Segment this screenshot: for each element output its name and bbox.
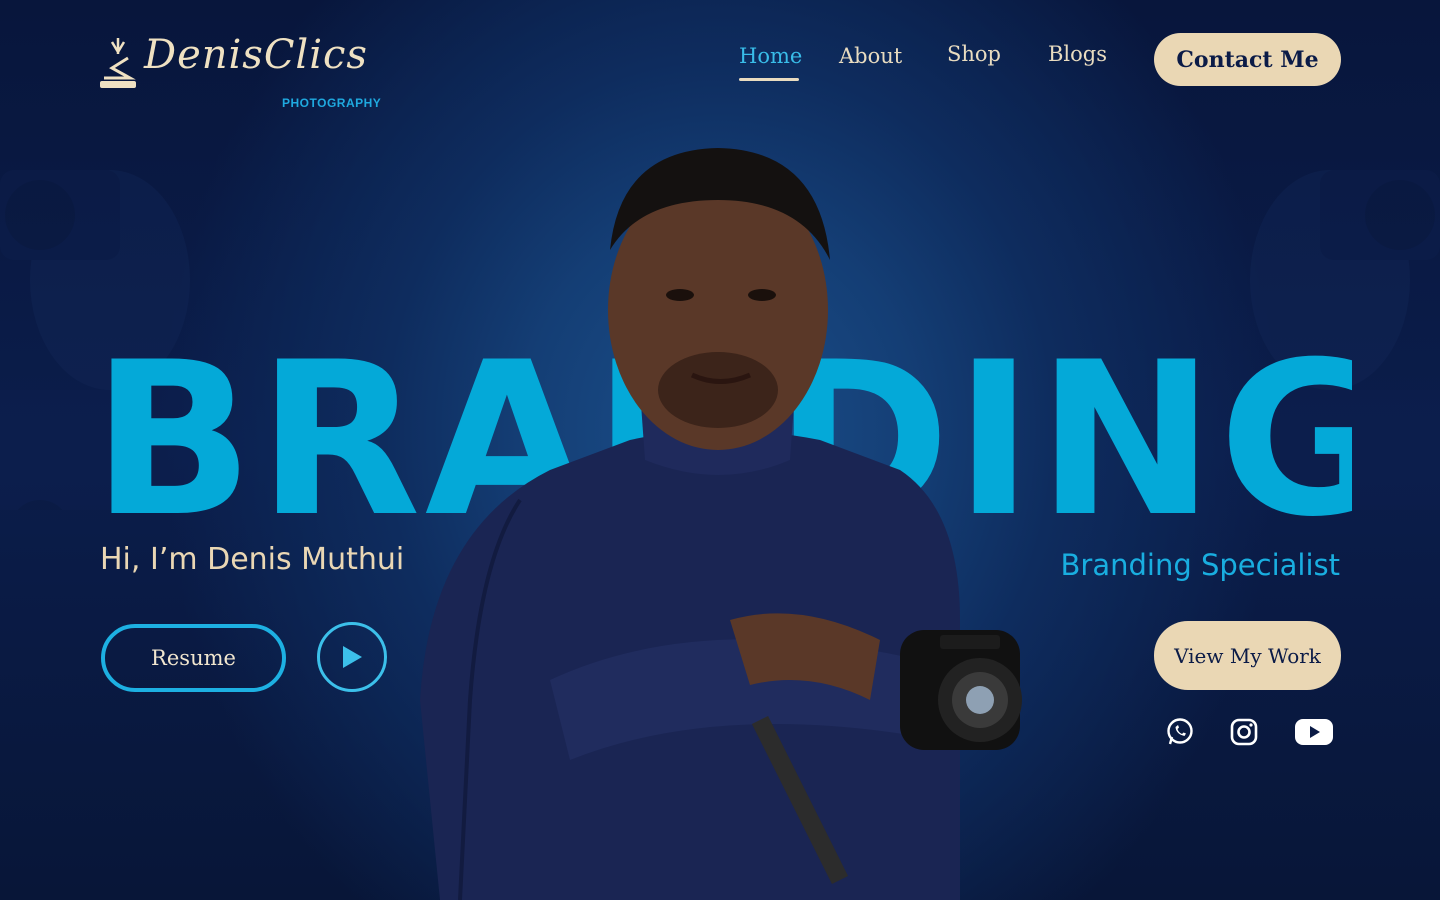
nav-shop[interactable]: Shop [947, 42, 1001, 66]
view-my-work-button[interactable]: View My Work [1154, 621, 1341, 690]
nav-home[interactable]: Home [739, 44, 802, 68]
camera [900, 630, 1022, 750]
brand-tagline: PHOTOGRAPHY [282, 96, 382, 110]
whatsapp-link[interactable] [1160, 712, 1200, 752]
brand-logo[interactable]: DenisClics PHOTOGRAPHY [100, 30, 400, 112]
youtube-link[interactable] [1290, 712, 1338, 752]
nav-active-indicator [739, 78, 799, 81]
resume-button[interactable]: Resume [101, 624, 286, 692]
nav-blogs[interactable]: Blogs [1048, 42, 1107, 66]
role-text: Branding Specialist [1060, 548, 1340, 582]
youtube-icon [1295, 719, 1333, 745]
greeting-text: Hi, I’m Denis Muthui [100, 542, 405, 577]
play-icon [343, 646, 362, 668]
instagram-icon [1230, 718, 1258, 746]
portrait-photo [420, 148, 1022, 900]
whatsapp-icon [1167, 718, 1193, 745]
nav-about[interactable]: About [839, 44, 902, 68]
logo-mark-icon [100, 38, 136, 88]
brand-name: DenisClics [144, 32, 368, 78]
instagram-link[interactable] [1224, 712, 1264, 752]
contact-me-button[interactable]: Contact Me [1154, 33, 1341, 86]
play-video-button[interactable] [317, 622, 387, 692]
